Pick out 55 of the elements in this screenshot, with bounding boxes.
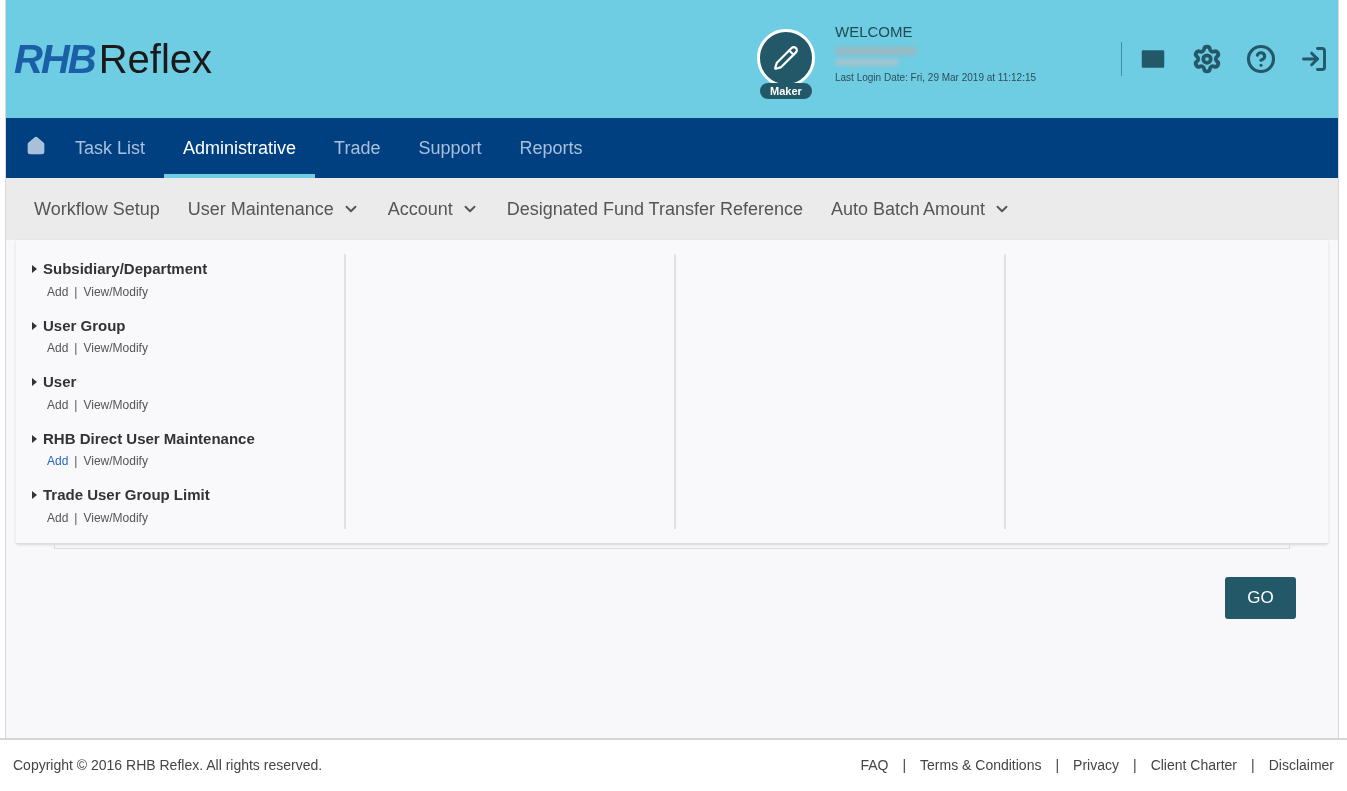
footer-link[interactable]: Client Charter — [1150, 755, 1237, 776]
help-icon[interactable] — [1246, 44, 1276, 74]
separator-text: | — [74, 453, 78, 470]
add-link[interactable]: Add — [47, 395, 69, 414]
submenu-item[interactable]: Designated Fund Transfer Reference — [494, 195, 815, 223]
menu-heading: Subsidiary/Department — [43, 259, 208, 279]
view-modify-link[interactable]: View/Modify — [83, 395, 148, 414]
menu-heading: RHB Direct User Maintenance — [43, 428, 255, 449]
footer-link[interactable]: Disclaimer — [1268, 755, 1334, 776]
view-modify-link[interactable]: View/Modify — [83, 339, 148, 357]
view-modify-link[interactable]: View/Modify — [83, 452, 148, 470]
caret-icon — [32, 378, 37, 387]
separator-text: | — [74, 509, 78, 527]
home-icon — [26, 136, 46, 156]
logout-icon[interactable] — [1300, 45, 1328, 73]
separator-text: | — [74, 340, 78, 357]
footer-link[interactable]: Privacy — [1073, 755, 1119, 776]
caret-icon — [32, 265, 37, 274]
separator-text: | — [74, 283, 78, 301]
separator-text: | — [1055, 756, 1060, 775]
separator-text: | — [1133, 756, 1137, 775]
copyright-text: Copyright © 2016 RHB Reflex. All rights reserved. — [13, 756, 323, 775]
caret-icon — [32, 491, 37, 500]
logo-mark: RHB — [14, 36, 95, 83]
submenu-item[interactable]: Account — [375, 195, 491, 223]
separator-text: | — [902, 756, 907, 775]
go-button[interactable]: GO — [1225, 577, 1296, 619]
nav-tab[interactable]: Reports — [500, 118, 602, 178]
add-link[interactable]: Add — [47, 339, 69, 357]
footer-link[interactable]: Terms & Conditions — [920, 755, 1042, 776]
nav-tab[interactable]: Task List — [56, 118, 165, 178]
caret-icon — [32, 434, 37, 443]
role-badge: Maker — [760, 82, 812, 100]
add-link[interactable]: Add — [47, 508, 69, 527]
settings-icon[interactable] — [1192, 44, 1222, 74]
separator-text: | — [1251, 756, 1255, 775]
separator-text: | — [74, 396, 78, 414]
welcome-text: WELCOME — [835, 22, 914, 43]
footer-link[interactable]: FAQ — [860, 755, 889, 776]
submenu-item[interactable]: Workflow Setup — [22, 195, 172, 223]
submenu-item[interactable]: User Maintenance — [175, 195, 372, 223]
view-modify-link[interactable]: View/Modify — [83, 508, 148, 527]
menu-heading: Trade User Group Limit — [43, 485, 210, 505]
caret-icon — [32, 321, 37, 330]
add-link[interactable]: Add — [47, 452, 69, 470]
nav-tab[interactable]: Support — [399, 118, 501, 178]
logo-text: Reflex — [98, 36, 213, 83]
add-link[interactable]: Add — [47, 282, 69, 301]
view-modify-link[interactable]: View/Modify — [83, 282, 148, 301]
menu-heading: User — [43, 372, 77, 392]
nav-tab[interactable]: Trade — [315, 118, 400, 178]
menu-heading: User Group — [43, 315, 126, 336]
redacted-text — [835, 58, 899, 66]
submenu-item[interactable]: Auto Batch Amount — [819, 195, 1024, 223]
last-login-text: Last Login Date: Fri, 29 Mar 2019 at 11:12:15 — [835, 70, 1038, 85]
